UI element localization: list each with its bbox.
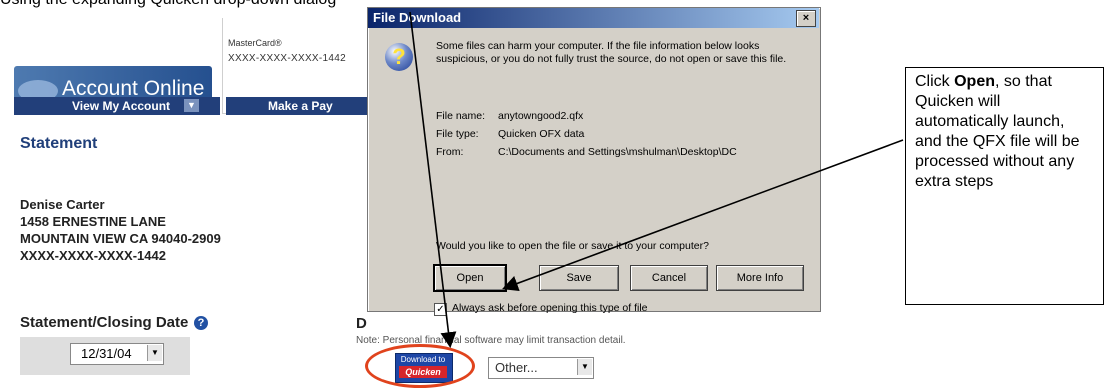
- chevron-down-icon[interactable]: ▼: [147, 345, 162, 361]
- file-type-label: File type:: [436, 128, 479, 140]
- statement-title: Statement: [20, 135, 98, 152]
- file-type-value: Quicken OFX data: [498, 128, 585, 140]
- address-street: 1458 ERNESTINE LANE: [20, 214, 166, 229]
- always-ask-label: Always ask before opening this type of f…: [452, 302, 648, 314]
- always-ask-checkbox[interactable]: ✓: [434, 303, 447, 316]
- callout-prefix: Click: [915, 73, 955, 90]
- from-value: C:\Documents and Settings\mshulman\Deskt…: [498, 146, 737, 158]
- software-note: Note: Personal financial software may li…: [356, 335, 626, 346]
- dialog-warning-message: Some files can harm your computer. If th…: [436, 40, 787, 65]
- closing-date-value: 12/31/04: [81, 346, 132, 361]
- help-icon[interactable]: ?: [194, 316, 208, 330]
- from-label: From:: [436, 146, 464, 158]
- save-button[interactable]: Save: [539, 265, 619, 291]
- close-icon[interactable]: ×: [796, 10, 816, 27]
- address-name: Denise Carter: [20, 197, 105, 212]
- file-name-value: anytowngood2.qfx: [498, 110, 584, 122]
- highlight-ellipse: [365, 344, 475, 388]
- tab-dropdown-arrow-icon[interactable]: ▼: [184, 99, 199, 112]
- callout-text: Click Open, so that Quicken will automat…: [915, 72, 1090, 192]
- callout-suffix: , so that Quicken will automatically lau…: [915, 73, 1080, 190]
- address-city: MOUNTAIN VIEW CA 94040-2909: [20, 231, 221, 246]
- file-name-label: File name:: [436, 110, 486, 122]
- callout-bold-open: Open: [954, 73, 995, 90]
- tab-pay-label: Make a Pay: [268, 99, 333, 113]
- closing-date-select[interactable]: 12/31/04 ▼: [70, 343, 164, 365]
- open-button[interactable]: Open: [433, 264, 507, 292]
- card-name: MasterCard®: [228, 38, 282, 48]
- dialog-title: File Download: [373, 10, 462, 25]
- chevron-down-icon[interactable]: ▼: [577, 359, 592, 375]
- more-info-button[interactable]: More Info: [716, 265, 804, 291]
- tab-view-label: View My Account: [72, 99, 171, 113]
- card-number: XXXX-XXXX-XXXX-1442: [228, 53, 346, 64]
- other-select-value: Other...: [495, 360, 538, 375]
- open-save-question: Would you like to open the file or save …: [436, 240, 709, 252]
- closing-date-label: Statement/Closing Date: [20, 314, 189, 331]
- cancel-button[interactable]: Cancel: [630, 265, 708, 291]
- question-icon: ?: [385, 43, 413, 71]
- address-account: XXXX-XXXX-XXXX-1442: [20, 248, 166, 263]
- download-heading-partial: D: [356, 315, 367, 332]
- other-format-select[interactable]: Other... ▼: [488, 357, 594, 379]
